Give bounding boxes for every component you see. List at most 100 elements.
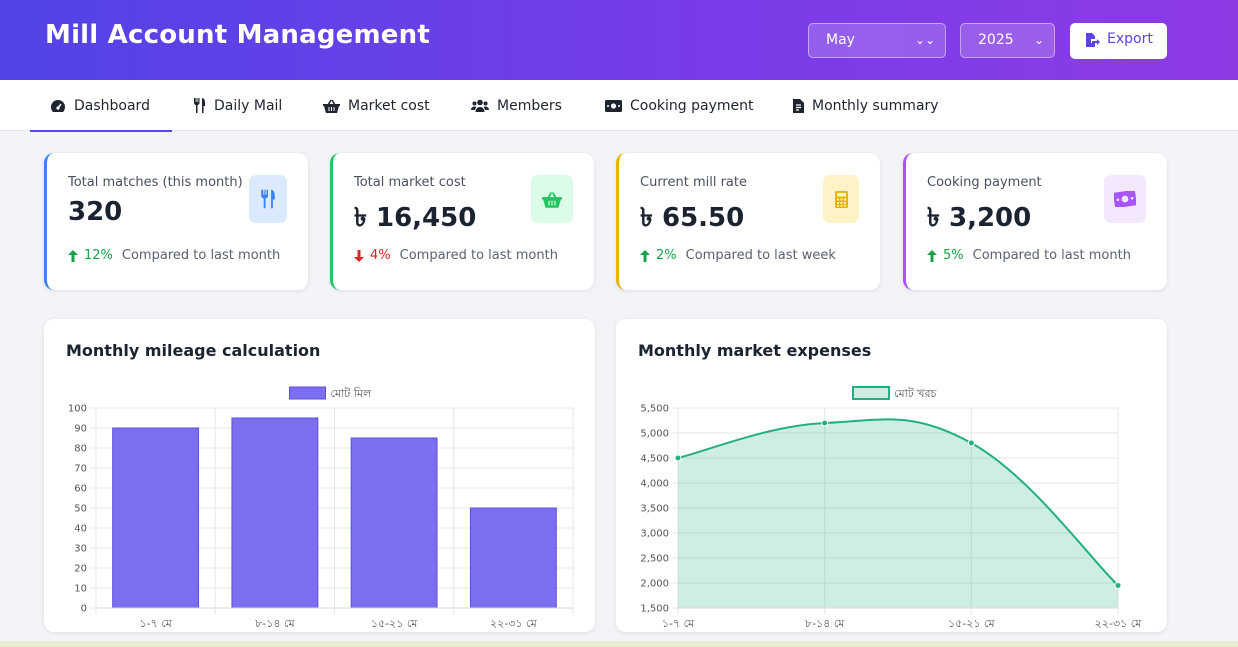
stat-value: 320 [68, 197, 123, 227]
x-tick-label: ১৫-২১ মে [948, 617, 995, 630]
stat-percent: 12% [84, 248, 113, 263]
chevron-down-icon: ⌄⌄ [914, 33, 935, 47]
tab-members[interactable]: Members [471, 80, 562, 131]
bottom-strip [0, 641, 1238, 647]
money-bill-icon [1114, 191, 1136, 207]
y-tick-label: 30 [74, 544, 87, 555]
y-tick-label: 100 [68, 404, 87, 415]
tab-label: Monthly summary [812, 97, 939, 114]
legend-swatch [289, 386, 326, 400]
stat-percent: 2% [656, 248, 677, 263]
y-tick-label: 40 [74, 524, 87, 535]
y-tick-label: 60 [74, 484, 87, 495]
x-tick-label: ২২-৩১ মে [490, 617, 538, 630]
utensils-icon [261, 189, 275, 209]
month-select-value: May [826, 32, 855, 48]
year-select[interactable]: 2025 ⌄ [960, 23, 1055, 58]
x-tick-label: ১-৭ মে [139, 617, 172, 630]
arrow-up-icon [927, 249, 937, 262]
tab-cooking-payment[interactable]: Cooking payment [605, 80, 753, 131]
y-tick-label: 1,500 [640, 604, 669, 615]
x-tick-label: ৮-১৪ মে [255, 617, 295, 630]
legend-swatch [852, 386, 890, 400]
y-tick-label: 4,500 [640, 454, 669, 465]
stat-value: ৳ 16,450 [354, 203, 477, 233]
y-tick-label: 3,000 [640, 529, 669, 540]
users-icon [471, 99, 489, 112]
bar [350, 437, 438, 609]
stat-percent: 4% [370, 248, 391, 263]
chart-legend: মোট মিল [289, 386, 373, 400]
y-tick-label: 70 [74, 464, 87, 475]
y-tick-label: 3,500 [640, 504, 669, 515]
data-point [821, 419, 829, 427]
year-select-value: 2025 [978, 32, 1014, 48]
stat-value: ৳ 3,200 [927, 203, 1032, 233]
bar [112, 427, 200, 609]
tab-label: Members [497, 97, 562, 114]
stat-trend: 4% Compared to last month [354, 248, 558, 263]
x-tick-label: ১-৭ মে [662, 617, 695, 630]
arrow-down-icon [354, 249, 364, 262]
month-select[interactable]: May ⌄⌄ [808, 23, 946, 58]
stat-icon-box [1104, 175, 1146, 223]
y-tick-label: 5,500 [640, 404, 669, 415]
legend-label: মোট মিল [331, 387, 373, 400]
market-area-chart: 1,500 2,000 2,500 3,000 3,500 4,000 4,500 5,000… [640, 386, 1143, 630]
chevron-down-icon: ⌄ [1033, 33, 1044, 47]
stat-label: Total market cost [354, 175, 466, 190]
stat-card-market-cost: Total market cost ৳ 16,450 4% Compared t… [330, 153, 594, 290]
stat-icon-box [249, 175, 287, 223]
stat-label: Current mill rate [640, 175, 747, 190]
arrow-up-icon [640, 249, 650, 262]
stat-percent: 5% [943, 248, 964, 263]
mileage-chart-panel: Monthly mileage calculation 0 10 20 30 40 50 6… [44, 319, 595, 632]
money-bill-icon [605, 99, 622, 112]
y-tick-label: 0 [81, 604, 87, 615]
stat-card-cooking-payment: Cooking payment ৳ 3,200 5% Compared to l… [903, 153, 1167, 290]
stat-trend: 12% Compared to last month [68, 248, 280, 263]
data-point [674, 454, 682, 462]
stat-icon-box [531, 175, 573, 223]
tab-label: Cooking payment [630, 97, 754, 114]
stat-label: Total matches (this month) [68, 175, 243, 190]
stat-trend: 2% Compared to last week [640, 248, 836, 263]
calculator-icon [834, 190, 848, 208]
tab-market-cost[interactable]: Market cost [323, 80, 430, 131]
stat-value: ৳ 65.50 [640, 203, 745, 233]
bar [231, 417, 319, 609]
stat-icon-box [823, 175, 859, 223]
y-tick-label: 2,500 [640, 554, 669, 565]
tab-dashboard[interactable]: Dashboard [30, 80, 172, 132]
x-tick-label: ১৫-২১ মে [371, 617, 418, 630]
app-header: Mill Account Management May ⌄⌄ 2025 ⌄ Ex… [0, 0, 1238, 80]
y-tick-label: 90 [74, 424, 87, 435]
app-title: Mill Account Management [45, 20, 430, 50]
tab-monthly-summary[interactable]: Monthly summary [793, 80, 939, 131]
data-point [967, 439, 975, 447]
export-button[interactable]: Export [1070, 23, 1167, 59]
utensils-icon [194, 98, 205, 113]
y-tick-label: 80 [74, 444, 87, 455]
stat-card-total-matches: Total matches (this month) 320 12% Compa… [44, 153, 308, 290]
y-tick-label: 50 [74, 504, 87, 515]
export-label: Export [1107, 31, 1153, 47]
stat-card-mill-rate: Current mill rate ৳ 65.50 2% Compared to… [616, 153, 880, 290]
arrow-up-icon [68, 249, 78, 262]
y-tick-label: 5,000 [640, 429, 669, 440]
tab-label: Dashboard [74, 97, 150, 114]
x-tick-label: ২২-৩১ মে [1095, 617, 1143, 630]
stat-compare: Compared to last month [399, 248, 558, 263]
tab-daily-mail[interactable]: Daily Mail [193, 80, 282, 131]
chart-legend: মোট খরচ [852, 386, 938, 400]
mileage-bar-chart: 0 10 20 30 40 50 60 70 80 90 100 মোট মিল ১-৭ মে ৮-১৪ … [68, 386, 574, 630]
basket-icon [542, 191, 562, 208]
tab-label: Market cost [348, 97, 430, 114]
y-tick-label: 20 [74, 564, 87, 575]
legend-label: মোট খরচ [894, 387, 938, 400]
y-tick-label: 10 [74, 584, 87, 595]
x-tick-label: ৮-১৪ মে [805, 617, 845, 630]
bar [469, 507, 557, 609]
tab-label: Daily Mail [214, 97, 283, 114]
market-chart-panel: Monthly market expenses 1,500 2,000 2,500 3… [616, 319, 1167, 632]
